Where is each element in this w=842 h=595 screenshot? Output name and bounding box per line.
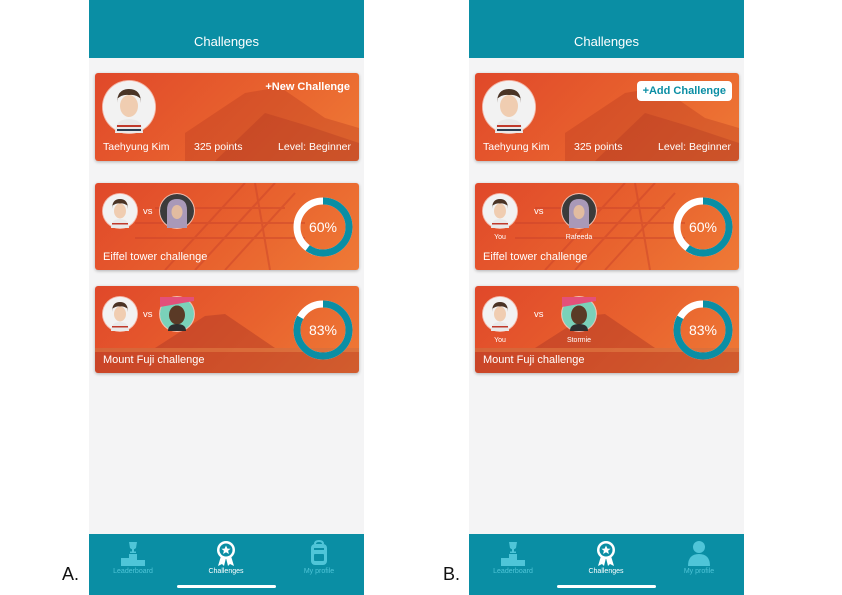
- challenge-card-eiffel[interactable]: You vs Rafeeda 60% Eiffel tower challeng…: [475, 183, 739, 270]
- backpack-icon: [311, 540, 327, 565]
- user-level: Level: Beginner: [658, 141, 731, 153]
- user-name: Taehyung Kim: [103, 141, 170, 153]
- you-label: You: [494, 234, 506, 241]
- challenge-title: Eiffel tower challenge: [103, 251, 208, 263]
- home-indicator: [557, 585, 656, 588]
- challenge-title: Mount Fuji challenge: [483, 354, 585, 366]
- user-points: 325 points: [574, 141, 623, 153]
- variant-label-a: A.: [62, 564, 80, 584]
- medal-star-icon: [217, 541, 235, 566]
- vs-label: vs: [534, 309, 544, 320]
- nav-leaderboard-label: Leaderboard: [113, 568, 153, 575]
- bottom-navigation: Leaderboard Challenges My profile: [89, 534, 364, 595]
- header-bar: Challenges: [469, 0, 744, 58]
- podium-trophy-icon: [121, 542, 145, 566]
- challenge-card-fuji[interactable]: You vs Stormie 83% Mount Fuji challenge: [475, 286, 739, 373]
- vs-label: vs: [534, 206, 544, 217]
- nav-leaderboard[interactable]: Leaderboard: [98, 540, 168, 575]
- opponent-avatar: [562, 297, 596, 331]
- page-title: Challenges: [573, 34, 640, 49]
- person-icon: [688, 541, 710, 566]
- challenge-card-eiffel[interactable]: vs 60% Eiffel tower challenge: [95, 183, 359, 270]
- bottom-navigation: Leaderboard Challenges My profile: [469, 534, 744, 595]
- challenge-title: Eiffel tower challenge: [483, 251, 588, 263]
- new-challenge-link[interactable]: +New Challenge: [265, 81, 350, 93]
- opponent-avatar: [160, 194, 194, 228]
- you-avatar: [483, 194, 517, 228]
- nav-my-profile[interactable]: My profile: [284, 540, 354, 575]
- user-avatar: [483, 81, 535, 133]
- phone-screen-b: Challenges +Add Challenge Taehyung Kim 3…: [469, 0, 744, 595]
- progress-percent: 83%: [688, 322, 718, 338]
- nav-my-profile-label: My profile: [683, 568, 715, 575]
- home-indicator: [177, 585, 276, 588]
- header-bar: Challenges: [89, 0, 364, 58]
- vs-label: vs: [143, 309, 153, 320]
- user-avatar: [103, 81, 155, 133]
- phone-screen-a: Challenges +New Challenge Taehyung Kim 3…: [89, 0, 364, 595]
- variant-label-b: B.: [443, 564, 461, 584]
- you-label: You: [494, 337, 506, 344]
- challenge-title: Mount Fuji challenge: [103, 354, 205, 366]
- nav-my-profile-label: My profile: [303, 568, 335, 575]
- progress-percent: 83%: [308, 322, 338, 338]
- progress-percent: 60%: [688, 219, 718, 235]
- nav-challenges-label: Challenges: [588, 568, 624, 575]
- profile-card: +Add Challenge Taehyung Kim 325 points L…: [475, 73, 739, 161]
- podium-trophy-icon: [501, 542, 525, 566]
- you-avatar: [483, 297, 517, 331]
- challenge-card-fuji[interactable]: vs 83% Mount Fuji challenge: [95, 286, 359, 373]
- you-avatar: [103, 297, 137, 331]
- nav-challenges[interactable]: Challenges: [571, 540, 641, 575]
- progress-ring: 83%: [291, 298, 355, 362]
- profile-card: +New Challenge Taehyung Kim 325 points L…: [95, 73, 359, 161]
- progress-ring: 60%: [291, 195, 355, 259]
- nav-challenges-label: Challenges: [208, 568, 244, 575]
- nav-my-profile[interactable]: My profile: [664, 540, 734, 575]
- opponent-label: Stormie: [566, 337, 592, 344]
- opponent-label: Rafeeda: [565, 234, 593, 241]
- add-challenge-button[interactable]: +Add Challenge: [636, 81, 732, 101]
- user-level: Level: Beginner: [278, 141, 351, 153]
- medal-star-icon: [597, 541, 615, 566]
- vs-label: vs: [143, 206, 153, 217]
- nav-leaderboard-label: Leaderboard: [493, 568, 533, 575]
- nav-leaderboard[interactable]: Leaderboard: [478, 540, 548, 575]
- progress-ring: 60%: [671, 195, 735, 259]
- user-points: 325 points: [194, 141, 243, 153]
- progress-percent: 60%: [308, 219, 338, 235]
- opponent-avatar: [160, 297, 194, 331]
- progress-ring: 83%: [671, 298, 735, 362]
- page-title: Challenges: [193, 34, 260, 49]
- you-avatar: [103, 194, 137, 228]
- opponent-avatar: [562, 194, 596, 228]
- user-name: Taehyung Kim: [483, 141, 550, 153]
- nav-challenges[interactable]: Challenges: [191, 540, 261, 575]
